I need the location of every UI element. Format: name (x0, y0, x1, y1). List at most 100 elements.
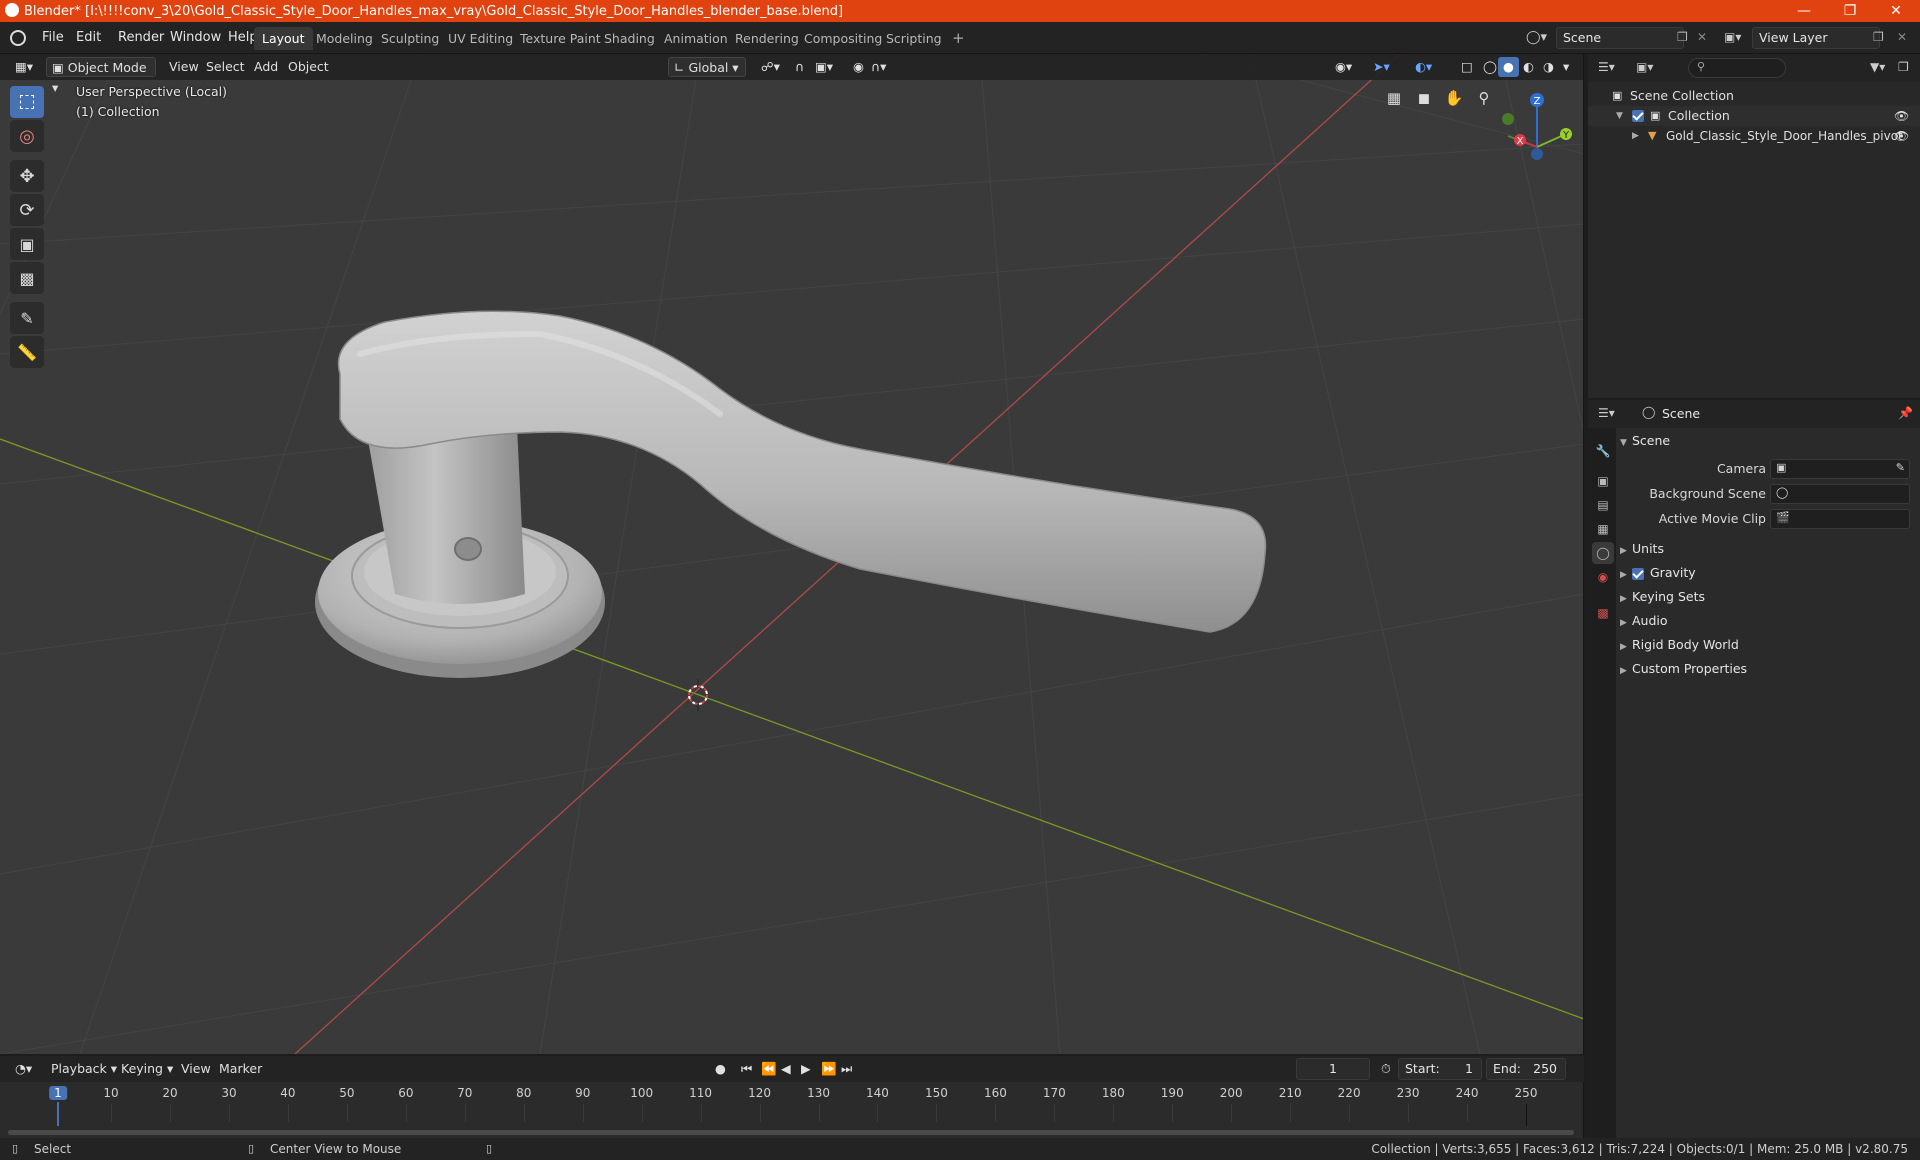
display-mode-icon[interactable]: ▣▾ (1636, 60, 1653, 74)
keying-sets-panel-header[interactable]: ▶ Keying Sets (1620, 585, 1916, 609)
collapse-icon[interactable]: ▼ (1616, 106, 1628, 126)
menu-edit[interactable]: Edit (70, 27, 107, 49)
material-preview-shading-icon[interactable]: ◐ (1518, 57, 1539, 77)
select-box-tool[interactable] (10, 86, 44, 118)
units-panel-header[interactable]: ▶ Units (1620, 537, 1916, 561)
menu-object[interactable]: Object (283, 57, 334, 77)
overlay-toggle-icon[interactable]: ◐▾ (1410, 57, 1437, 77)
active-movie-clip-field[interactable]: 🎬 (1770, 509, 1910, 529)
outliner-row-scene-collection[interactable]: ▣ Scene Collection (1588, 86, 1920, 106)
menu-file[interactable]: File (36, 27, 70, 49)
view-layer-tab-icon[interactable]: ▦ (1592, 518, 1614, 540)
menu-select[interactable]: Select (201, 57, 250, 77)
camera-view-icon[interactable]: ◼ (1410, 84, 1438, 112)
playhead[interactable] (57, 1102, 59, 1126)
outliner-row-object[interactable]: ▶ ▼ Gold_Classic_Style_Door_Handles_pivo… (1588, 126, 1920, 146)
close-icon[interactable]: ✕ (1873, 0, 1919, 22)
solid-shading-icon[interactable]: ● (1498, 57, 1519, 77)
add-workspace-button[interactable]: + (944, 27, 973, 50)
visibility-icon[interactable]: ◉▾ (1330, 57, 1357, 77)
menu-render[interactable]: Render (112, 27, 170, 49)
zoom-view-icon[interactable]: ⚲ (1470, 84, 1498, 112)
view-layer-browse-icon[interactable]: ▣▾ (1724, 30, 1741, 44)
remove-scene-icon[interactable]: ✕ (1697, 30, 1707, 44)
collection-visibility-eye-icon[interactable]: 👁 (1894, 106, 1909, 126)
outliner-row-collection[interactable]: ▼ ▣ Collection 👁 (1588, 106, 1920, 126)
frame-tick-label: 200 (1219, 1086, 1243, 1100)
menu-add[interactable]: Add (249, 57, 283, 77)
pan-view-hand-icon[interactable]: ✋ (1440, 84, 1468, 112)
camera-field[interactable]: ▣ ✎ (1770, 459, 1910, 479)
tab-texture-paint[interactable]: Texture Paint (512, 27, 609, 50)
xray-toggle-icon[interactable]: □ (1456, 57, 1478, 77)
object-visibility-eye-icon[interactable]: 👁 (1894, 126, 1909, 146)
gravity-checkbox[interactable] (1632, 567, 1644, 580)
cursor-tool[interactable]: ◎ (10, 120, 44, 152)
3d-viewport[interactable]: Z Y X ▦▾ ▣ Object Mode ▾ View Select Add… (0, 54, 1584, 1054)
pin-icon[interactable]: 📌 (1898, 406, 1913, 420)
remove-view-layer-icon[interactable]: ✕ (1897, 30, 1907, 44)
world-tab-icon[interactable]: ◉ (1592, 566, 1614, 588)
minimize-icon[interactable]: — (1781, 0, 1827, 22)
scene-tab-icon[interactable]: ◯ (1592, 542, 1614, 564)
texture-tab-icon[interactable]: ▩ (1592, 602, 1614, 624)
render-tab-icon[interactable]: ▣ (1592, 470, 1614, 492)
annotate-tool[interactable]: ✎ (10, 302, 44, 334)
tab-rendering[interactable]: Rendering (727, 27, 807, 50)
transform-orientation-dropdown[interactable]: ∟ Global ▾ (668, 57, 746, 77)
filter-icon[interactable]: ▼▾ (1870, 60, 1885, 74)
new-collection-icon[interactable]: ❐ (1898, 60, 1909, 74)
tab-layout[interactable]: Layout (254, 27, 313, 50)
menu-window[interactable]: Window (164, 27, 227, 49)
tab-animation[interactable]: Animation (656, 27, 736, 50)
output-tab-icon[interactable]: ▤ (1592, 494, 1614, 516)
view-layer-name-field[interactable]: View Layer (1752, 27, 1880, 49)
expand-icon[interactable]: ▶ (1632, 126, 1644, 146)
scene-browse-icon[interactable]: ◯▾ (1526, 30, 1547, 45)
collection-exclude-checkbox[interactable] (1632, 110, 1644, 122)
tab-scripting[interactable]: Scripting (878, 27, 950, 50)
editor-type-icon[interactable]: ▦▾ (10, 57, 38, 77)
tab-modeling[interactable]: Modeling (308, 27, 381, 50)
custom-properties-panel-header[interactable]: ▶ Custom Properties (1620, 657, 1916, 681)
new-view-layer-icon[interactable]: ❐ (1873, 30, 1884, 44)
toggle-grid-view-icon[interactable]: ▦ (1380, 84, 1408, 112)
gizmo-toggle-icon[interactable]: ➤▾ (1368, 57, 1395, 77)
tab-uv-editing[interactable]: UV Editing (440, 27, 521, 50)
new-scene-icon[interactable]: ❐ (1677, 30, 1688, 44)
background-scene-field[interactable]: ◯ (1770, 484, 1910, 504)
outliner-editor-type-icon[interactable]: ☰▾ (1598, 60, 1615, 74)
transform-tool[interactable]: ▩ (10, 262, 44, 294)
restore-icon[interactable]: ❐ (1827, 0, 1873, 22)
rendered-shading-icon[interactable]: ◑ (1538, 57, 1559, 77)
scene-name-field[interactable]: Scene (1556, 27, 1684, 49)
tool-tab-icon[interactable]: 🔧 (1592, 440, 1614, 462)
pivot-point-icon[interactable]: ☍▾ (756, 57, 785, 77)
frame-tick-label: 180 (1101, 1086, 1125, 1100)
rotate-tool[interactable]: ⟳ (10, 194, 44, 226)
blender-menu-icon[interactable] (10, 30, 26, 46)
mode-dropdown[interactable]: ▣ Object Mode ▾ (46, 57, 156, 95)
shading-options-icon[interactable]: ▾ (1558, 57, 1574, 77)
gravity-panel-header[interactable]: ▶ Gravity (1620, 561, 1916, 585)
keying-sets-label: Keying Sets (1632, 589, 1706, 604)
tab-compositing[interactable]: Compositing (796, 27, 890, 50)
tab-sculpting[interactable]: Sculpting (373, 27, 447, 50)
move-tool[interactable]: ✥ (10, 160, 44, 192)
snap-magnet-icon[interactable]: ∩ (790, 57, 809, 77)
menu-view[interactable]: View (164, 57, 204, 77)
audio-panel-header[interactable]: ▶ Audio (1620, 609, 1916, 633)
outliner-search-input[interactable]: ⚲ (1688, 58, 1786, 78)
properties-editor-type-icon[interactable]: ☰▾ (1598, 406, 1615, 420)
scale-tool[interactable]: ▣ (10, 228, 44, 260)
tab-shading[interactable]: Shading (596, 27, 663, 50)
proportional-falloff-icon[interactable]: ∩▾ (866, 57, 891, 77)
snap-target-icon[interactable]: ▣▾ (810, 57, 838, 77)
scene-panel-header[interactable]: ▼ Scene (1620, 429, 1916, 453)
frame-ruler[interactable]: 1 10 20 30 40 50 60 70 80 90 100 110 120 130 140 150 160… (0, 1056, 1584, 1126)
door-handle-object[interactable] (315, 310, 1267, 678)
eyedropper-icon[interactable]: ✎ (1896, 461, 1905, 474)
rigid-body-world-panel-header[interactable]: ▶ Rigid Body World (1620, 633, 1916, 657)
timeline-scrollbar[interactable] (8, 1130, 1574, 1135)
measure-tool[interactable]: 📏 (10, 336, 44, 368)
